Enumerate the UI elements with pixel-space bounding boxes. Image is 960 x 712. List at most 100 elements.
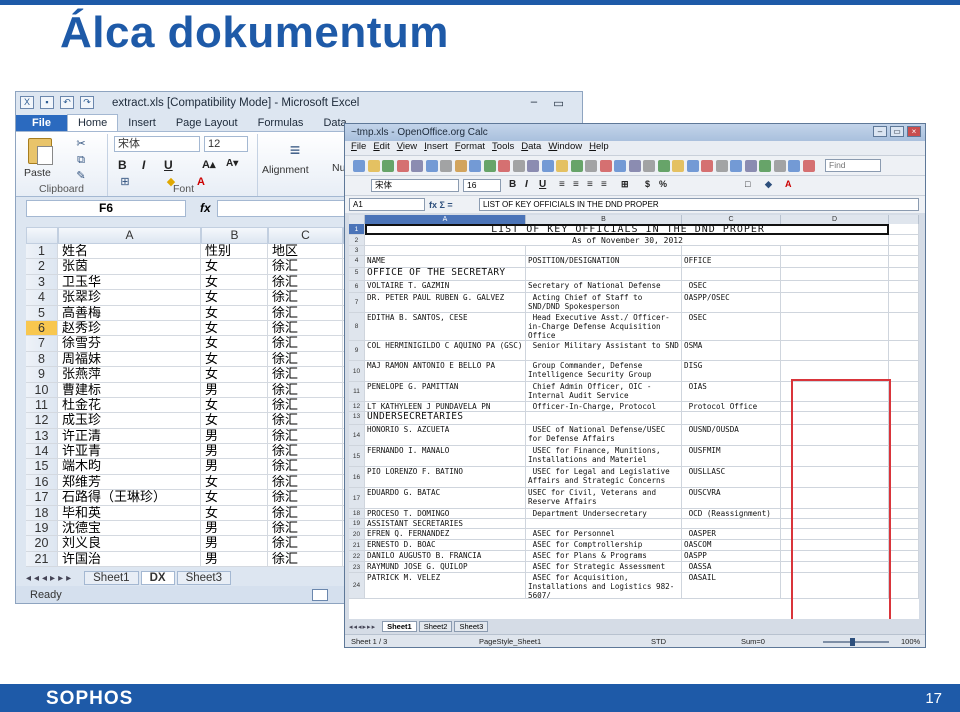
cell-official-name[interactable]: DANILO AUGUSTO B. FRANCIA bbox=[365, 551, 526, 562]
section-undersecretaries[interactable]: UNDERSECRETARIES bbox=[365, 412, 526, 425]
cell-office[interactable]: OUSFMIM bbox=[682, 446, 781, 467]
cell-name[interactable]: 许正清 bbox=[58, 428, 201, 445]
cell-official-name[interactable]: LT KATHYLEEN J PUNDAVELA PN bbox=[365, 402, 526, 412]
cell-position[interactable]: Group Commander, Defense Intelligence Se… bbox=[526, 361, 682, 382]
row-number[interactable]: 6 bbox=[349, 281, 365, 293]
calc-sheet-tab-3[interactable]: Sheet3 bbox=[454, 621, 489, 632]
cell-region[interactable]: 徐汇 bbox=[268, 290, 343, 306]
cell-name[interactable]: 赵秀珍 bbox=[58, 320, 201, 337]
toolbar-button-icon[interactable] bbox=[614, 160, 626, 172]
cell-gender[interactable]: 男 bbox=[201, 459, 268, 475]
cell-region[interactable]: 徐汇 bbox=[268, 382, 343, 398]
calc-bold-button[interactable]: B bbox=[509, 179, 516, 190]
cell-gender[interactable]: 女 bbox=[201, 305, 268, 321]
cell-gender[interactable]: 男 bbox=[201, 551, 268, 568]
toolbar-button-icon[interactable] bbox=[541, 160, 554, 172]
cell-office[interactable]: OCD (Reassignment) bbox=[682, 509, 781, 519]
cell-name[interactable]: 张燕萍 bbox=[58, 367, 201, 383]
bold-button[interactable]: B bbox=[118, 158, 127, 172]
cell-office[interactable]: OASPP/OSEC bbox=[682, 293, 781, 313]
row-number[interactable]: 18 bbox=[349, 509, 365, 519]
empty-cell[interactable] bbox=[781, 281, 889, 293]
toolbar-button-icon[interactable] bbox=[773, 160, 786, 172]
cell-office[interactable]: OUSND/OUSDA bbox=[682, 425, 781, 446]
align-left-icon[interactable]: ≡ bbox=[559, 179, 565, 190]
row-number[interactable]: 24 bbox=[349, 573, 365, 599]
column-header-a[interactable]: A bbox=[58, 227, 201, 244]
toolbar-button-icon[interactable] bbox=[483, 160, 496, 172]
menu-view[interactable]: View bbox=[397, 141, 417, 155]
calc-restore-icon[interactable]: ▭ bbox=[890, 126, 904, 137]
excel-app-icon[interactable]: X bbox=[20, 96, 34, 109]
toolbar-button-icon[interactable] bbox=[643, 160, 655, 172]
cell-official-name[interactable]: VOLTAIRE T. GAZMIN bbox=[365, 281, 526, 293]
align-center-icon[interactable]: ≡ bbox=[573, 179, 579, 190]
row-number[interactable]: 9 bbox=[349, 341, 365, 361]
row-number[interactable]: 12 bbox=[349, 402, 365, 412]
row-number[interactable]: 15 bbox=[349, 446, 365, 467]
header-office[interactable]: OFFICE bbox=[682, 256, 781, 268]
row-number[interactable]: 20 bbox=[349, 529, 365, 540]
cell-official-name[interactable]: EDITHA B. SANTOS, CESE bbox=[365, 313, 526, 341]
cell-office[interactable]: OASPP bbox=[682, 551, 781, 562]
toolbar-button-icon[interactable] bbox=[585, 160, 597, 172]
cell-gender[interactable]: 女 bbox=[201, 490, 268, 506]
tab-page-layout[interactable]: Page Layout bbox=[166, 115, 248, 131]
cell-gender[interactable]: 女 bbox=[201, 351, 268, 368]
toolbar-button-icon[interactable] bbox=[701, 160, 713, 172]
undo-icon[interactable]: ↶ bbox=[60, 96, 74, 109]
cell-official-name[interactable]: DR. PETER PAUL RUBEN G. GALVEZ bbox=[365, 293, 526, 313]
calc-sheet-tab-1[interactable]: Sheet1 bbox=[382, 621, 417, 632]
empty-cell[interactable] bbox=[526, 268, 682, 281]
cell-name[interactable]: 杜金花 bbox=[58, 397, 201, 414]
menu-file[interactable]: File bbox=[351, 141, 366, 155]
empty-cell[interactable] bbox=[365, 246, 526, 256]
row-number[interactable]: 2 bbox=[349, 235, 365, 246]
cell-name[interactable]: 沈德宝 bbox=[58, 521, 201, 537]
cell-name[interactable]: 姓名 bbox=[58, 244, 201, 260]
row-number[interactable]: 3 bbox=[349, 246, 365, 256]
row-number[interactable]: 12 bbox=[26, 413, 58, 429]
cell-office[interactable]: OUSLLASC bbox=[682, 467, 781, 488]
row-number[interactable]: 23 bbox=[349, 562, 365, 573]
empty-cell[interactable] bbox=[682, 268, 781, 281]
cell-position[interactable]: Secretary of National Defense bbox=[526, 281, 682, 293]
cell-gender[interactable]: 女 bbox=[201, 505, 268, 522]
cell-position[interactable]: ASEC for Strategic Assessment bbox=[526, 562, 682, 573]
cell-office[interactable]: OSEC bbox=[682, 313, 781, 341]
alignment-group-label[interactable]: Alignment bbox=[262, 164, 309, 176]
calc-column-b[interactable]: B bbox=[526, 215, 682, 224]
cell-position[interactable]: ASEC for Acquisition, Installations and … bbox=[526, 573, 682, 599]
cell-official-name[interactable]: COL HERMINIGILDO C AQUINO PA (GSC) bbox=[365, 341, 526, 361]
cell-office[interactable]: OASPER bbox=[682, 529, 781, 540]
empty-cell[interactable] bbox=[781, 256, 889, 268]
cell-gender[interactable]: 男 bbox=[201, 536, 268, 552]
save-icon[interactable]: ▪ bbox=[40, 96, 54, 109]
cell-name[interactable]: 许亚青 bbox=[58, 444, 201, 460]
cell-official-name[interactable]: MAJ RAMON ANTONIO E BELLO PA bbox=[365, 361, 526, 382]
paste-button[interactable]: Paste bbox=[24, 167, 51, 179]
calc-minimize-icon[interactable]: – bbox=[873, 126, 887, 137]
minimize-icon[interactable]: – bbox=[531, 96, 537, 110]
cell-position[interactable]: Department Undersecretary bbox=[526, 509, 682, 519]
row-number[interactable]: 20 bbox=[26, 536, 58, 552]
cell-office[interactable]: OSEC bbox=[682, 281, 781, 293]
calc-close-icon[interactable]: × bbox=[907, 126, 921, 137]
cut-icon[interactable]: ✂ bbox=[74, 138, 88, 150]
cell-official-name[interactable]: PROCESO T. DOMINGO bbox=[365, 509, 526, 519]
calc-sheet-tab-2[interactable]: Sheet2 bbox=[418, 621, 453, 632]
row-number[interactable]: 1 bbox=[349, 224, 365, 235]
row-number[interactable]: 5 bbox=[349, 268, 365, 281]
calc-column-a[interactable]: A bbox=[365, 215, 526, 224]
cell-office[interactable]: OSMA bbox=[682, 341, 781, 361]
cell-office[interactable]: OASSA bbox=[682, 562, 781, 573]
sheet-tab-sheet3[interactable]: Sheet3 bbox=[176, 571, 232, 585]
cell-official-name[interactable]: PIO LORENZO F. BATINO bbox=[365, 467, 526, 488]
row-number[interactable]: 7 bbox=[349, 293, 365, 313]
row-number[interactable]: 9 bbox=[26, 367, 58, 383]
cell-name[interactable]: 曹建标 bbox=[58, 382, 201, 398]
cell-name[interactable]: 石路得（王琳珍） bbox=[58, 490, 201, 506]
cell-region[interactable]: 徐汇 bbox=[268, 274, 343, 291]
toolbar-button-icon[interactable] bbox=[411, 160, 423, 172]
cell-position[interactable]: Senior Military Assistant to SND bbox=[526, 341, 682, 361]
